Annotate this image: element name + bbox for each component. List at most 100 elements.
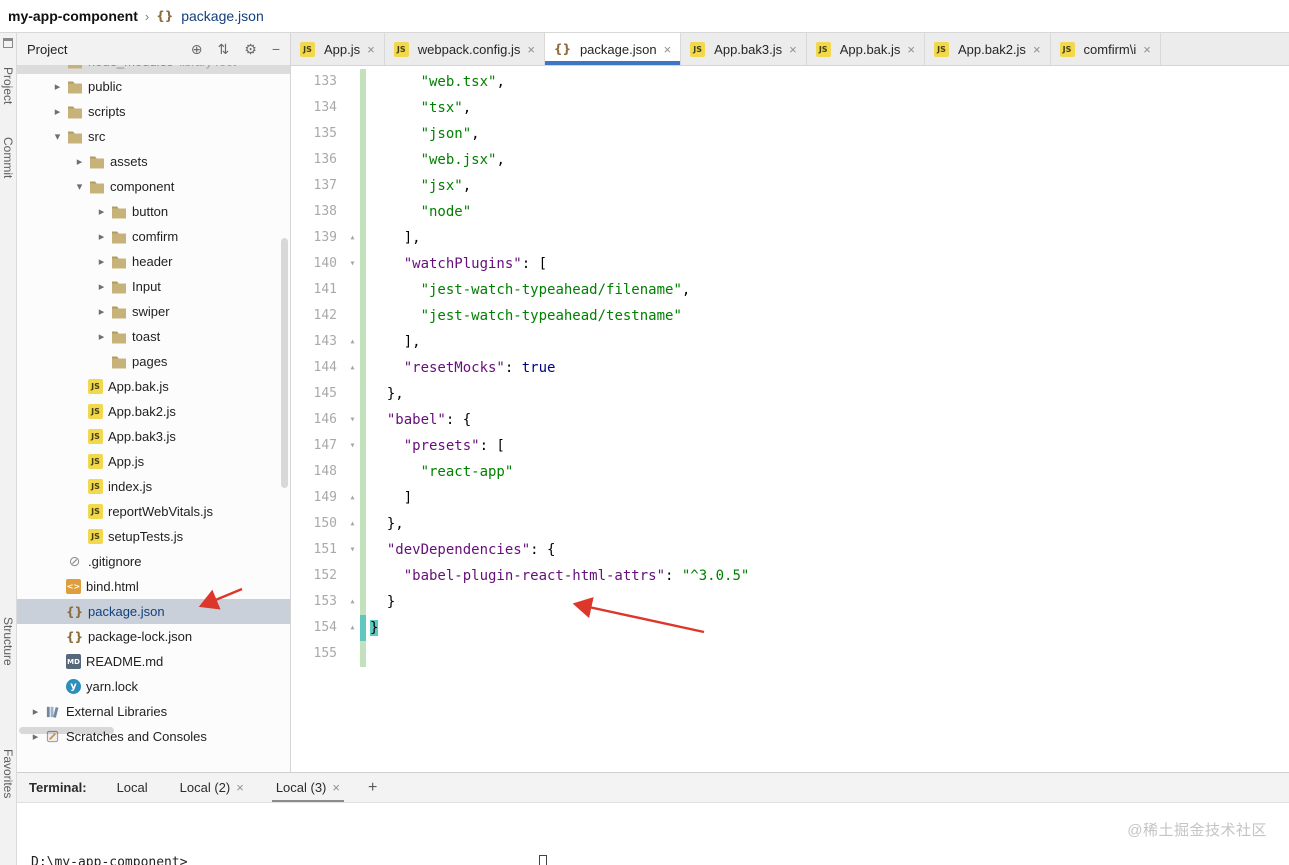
close-tab-icon[interactable]: ×	[789, 42, 797, 57]
terminal-tab-local[interactable]: Local	[117, 773, 148, 802]
chevron-right-icon[interactable]: ▸	[93, 305, 110, 318]
editor-tab-comfirm-i[interactable]: JS comfirm\i ×	[1051, 33, 1161, 65]
close-tab-icon[interactable]: ×	[907, 42, 915, 57]
tree-item-readme-md[interactable]: MD README.md	[17, 649, 290, 674]
chevron-right-icon[interactable]: ▸	[71, 155, 88, 168]
editor-line[interactable]: 145 },	[291, 381, 1289, 407]
editor-line[interactable]: 143 ▴ ],	[291, 329, 1289, 355]
code-editor[interactable]: 133 "web.tsx", 134 "tsx", 135 "json", 136 "…	[291, 66, 1289, 772]
editor-line[interactable]: 152 "babel-plugin-react-html-attrs": "^3…	[291, 563, 1289, 589]
fold-open-icon[interactable]: ▾	[345, 251, 360, 277]
tree-item-public[interactable]: ▸ public	[17, 74, 290, 99]
terminal-tab-local-3[interactable]: Local (3) ×	[271, 773, 345, 802]
breadcrumb-project[interactable]: my-app-component	[8, 8, 138, 24]
editor-line[interactable]: 147 ▾ "presets": [	[291, 433, 1289, 459]
editor-line[interactable]: 137 "jsx",	[291, 173, 1289, 199]
editor-tab-package-json[interactable]: {} package.json ×	[544, 33, 682, 65]
chevron-right-icon[interactable]: ▸	[49, 105, 66, 118]
editor-line[interactable]: 135 "json",	[291, 121, 1289, 147]
chevron-right-icon[interactable]: ▸	[27, 705, 44, 718]
settings-gear-icon[interactable]: ⚙	[244, 41, 257, 58]
toolwindow-button-project[interactable]: Project	[1, 67, 15, 104]
tree-item-src[interactable]: ▾ src	[17, 124, 290, 149]
tree-item-scripts[interactable]: ▸ scripts	[17, 99, 290, 124]
editor-line[interactable]: 136 "web.jsx",	[291, 147, 1289, 173]
tree-item-app-bak2-js[interactable]: JS App.bak2.js	[17, 399, 290, 424]
editor-line[interactable]: 151 ▾ "devDependencies": {	[291, 537, 1289, 563]
editor-line[interactable]: 150 ▴ },	[291, 511, 1289, 537]
chevron-right-icon[interactable]: ▸	[93, 230, 110, 243]
editor-line[interactable]: 154 ▴}	[291, 615, 1289, 641]
editor-line[interactable]: 138 "node"	[291, 199, 1289, 225]
toolwindow-button-commit[interactable]: Commit	[1, 137, 15, 178]
fold-open-icon[interactable]: ▾	[345, 433, 360, 459]
chevron-right-icon[interactable]: ▸	[93, 280, 110, 293]
chevron-right-icon[interactable]: ▸	[93, 330, 110, 343]
tree-item-button[interactable]: ▸ button	[17, 199, 290, 224]
tree-item-input[interactable]: ▸ Input	[17, 274, 290, 299]
tree-item-assets[interactable]: ▸ assets	[17, 149, 290, 174]
chevron-down-icon[interactable]: ▾	[71, 180, 88, 193]
project-panel-title[interactable]: Project	[27, 42, 67, 57]
tree-item-swiper[interactable]: ▸ swiper	[17, 299, 290, 324]
locate-file-icon[interactable]: ⊕	[191, 41, 203, 58]
editor-tab-app-bak2-js[interactable]: JS App.bak2.js ×	[925, 33, 1051, 65]
toolwindow-button-structure[interactable]: Structure	[1, 617, 15, 666]
tree-vertical-scrollbar[interactable]	[281, 238, 288, 488]
collapse-all-icon[interactable]: ⇅	[218, 41, 230, 58]
breadcrumb-file[interactable]: {} package.json	[156, 8, 264, 24]
fold-open-icon[interactable]: ▾	[345, 407, 360, 433]
tree-item-node-modules[interactable]: node_modules library root	[17, 65, 290, 74]
fold-end-icon[interactable]: ▴	[345, 615, 360, 641]
editor-line[interactable]: 153 ▴ }	[291, 589, 1289, 615]
tree-item-app-bak-js[interactable]: JS App.bak.js	[17, 374, 290, 399]
tree-item-external-libraries[interactable]: ▸ External Libraries	[17, 699, 290, 724]
editor-line[interactable]: 149 ▴ ]	[291, 485, 1289, 511]
tree-item-index-js[interactable]: JS index.js	[17, 474, 290, 499]
editor-line[interactable]: 134 "tsx",	[291, 95, 1289, 121]
tree-item-header[interactable]: ▸ header	[17, 249, 290, 274]
editor-tab-webpack-config-js[interactable]: JS webpack.config.js ×	[385, 33, 545, 65]
tree-item-package-lock-json[interactable]: {} package-lock.json	[17, 624, 290, 649]
close-tab-icon[interactable]: ×	[527, 42, 535, 57]
close-tab-icon[interactable]: ×	[1143, 42, 1151, 57]
close-terminal-tab-icon[interactable]: ×	[332, 780, 340, 795]
close-tab-icon[interactable]: ×	[367, 42, 375, 57]
editor-tab-app-bak-js[interactable]: JS App.bak.js ×	[807, 33, 925, 65]
hide-panel-icon[interactable]: −	[272, 41, 280, 58]
fold-end-icon[interactable]: ▴	[345, 225, 360, 251]
terminal-tab-local-2[interactable]: Local (2) ×	[180, 773, 244, 802]
fold-end-icon[interactable]: ▴	[345, 589, 360, 615]
editor-line[interactable]: 146 ▾ "babel": {	[291, 407, 1289, 433]
tree-item-setuptests-js[interactable]: JS setupTests.js	[17, 524, 290, 549]
tree-item-app-bak3-js[interactable]: JS App.bak3.js	[17, 424, 290, 449]
tree-item-component[interactable]: ▾ component	[17, 174, 290, 199]
editor-tab-app-bak3-js[interactable]: JS App.bak3.js ×	[681, 33, 807, 65]
close-tab-icon[interactable]: ×	[664, 42, 672, 57]
fold-end-icon[interactable]: ▴	[345, 485, 360, 511]
tree-item-app-js[interactable]: JS App.js	[17, 449, 290, 474]
chevron-right-icon[interactable]: ▸	[93, 255, 110, 268]
editor-line[interactable]: 144 ▴ "resetMocks": true	[291, 355, 1289, 381]
tree-item-pages[interactable]: pages	[17, 349, 290, 374]
tree-item-bind-html[interactable]: <> bind.html	[17, 574, 290, 599]
fold-open-icon[interactable]: ▾	[345, 537, 360, 563]
tree-item-toast[interactable]: ▸ toast	[17, 324, 290, 349]
editor-line[interactable]: 142 "jest-watch-typeahead/testname"	[291, 303, 1289, 329]
tree-item-comfirm[interactable]: ▸ comfirm	[17, 224, 290, 249]
close-tab-icon[interactable]: ×	[1033, 42, 1041, 57]
fold-end-icon[interactable]: ▴	[345, 329, 360, 355]
editor-tab-app-js[interactable]: JS App.js ×	[291, 33, 385, 65]
editor-line[interactable]: 148 "react-app"	[291, 459, 1289, 485]
tree-item-package-json[interactable]: {} package.json	[17, 599, 290, 624]
tree-horizontal-scrollbar[interactable]	[19, 727, 114, 734]
fold-end-icon[interactable]: ▴	[345, 355, 360, 381]
editor-line[interactable]: 139 ▴ ],	[291, 225, 1289, 251]
tree-item-reportwebvitals-js[interactable]: JS reportWebVitals.js	[17, 499, 290, 524]
close-terminal-tab-icon[interactable]: ×	[236, 780, 244, 795]
toolwindow-button-favorites[interactable]: Favorites	[1, 749, 15, 798]
tree-item-gitignore[interactable]: ⊘ .gitignore	[17, 549, 290, 574]
tree-item-yarn-lock[interactable]: y yarn.lock	[17, 674, 290, 699]
editor-line[interactable]: 155	[291, 641, 1289, 667]
tool-window-icon[interactable]	[3, 38, 13, 48]
